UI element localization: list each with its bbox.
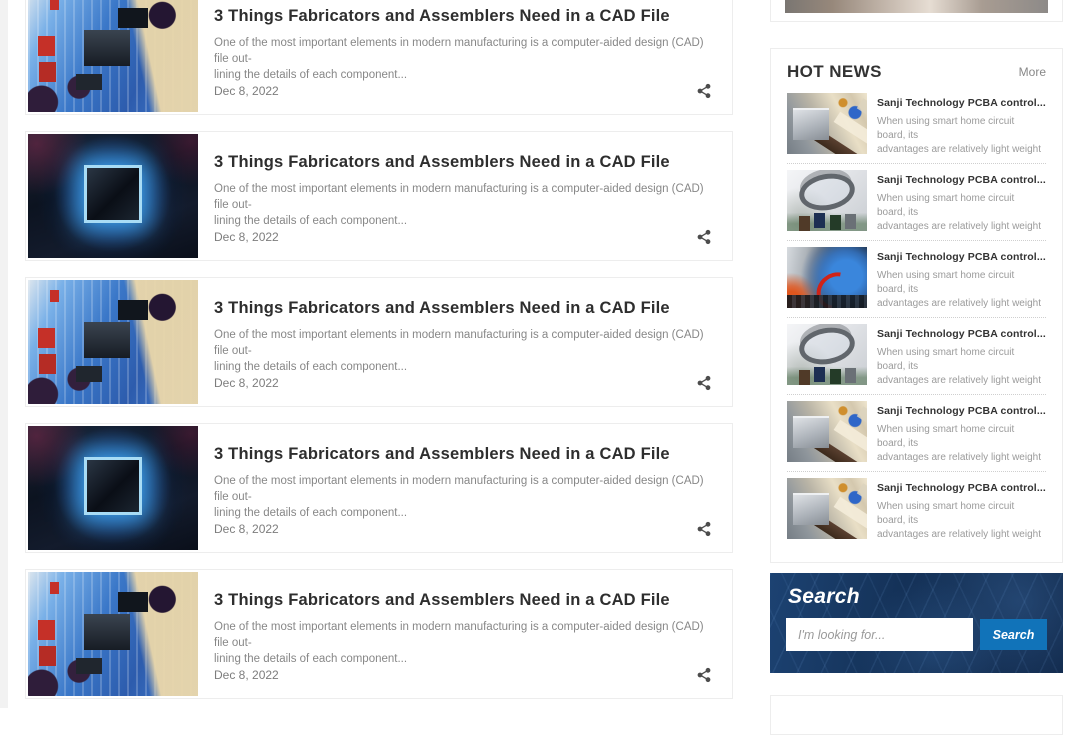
article-meta: Dec 8, 2022: [214, 667, 718, 689]
share-icon[interactable]: [696, 521, 712, 537]
article-body: 3 Things Fabricators and Assemblers Need…: [198, 426, 730, 550]
hot-news-thumbnail-image[interactable]: [787, 170, 867, 231]
hot-news-thumbnail-image[interactable]: [787, 93, 867, 154]
hot-news-thumbnail-image[interactable]: [787, 478, 867, 539]
search-button[interactable]: Search: [980, 619, 1047, 650]
article-list: 3 Things Fabricators and Assemblers Need…: [25, 0, 733, 715]
sidebar-top-widget-image: [785, 0, 1048, 13]
hot-news-item-title[interactable]: Sanji Technology PCBA control...: [877, 174, 1044, 186]
article-title[interactable]: 3 Things Fabricators and Assemblers Need…: [214, 591, 718, 610]
article-title[interactable]: 3 Things Fabricators and Assemblers Need…: [214, 153, 718, 172]
hot-news-title: HOT NEWS: [787, 62, 882, 82]
article-title[interactable]: 3 Things Fabricators and Assemblers Need…: [214, 7, 718, 26]
hot-news-item-title[interactable]: Sanji Technology PCBA control...: [877, 97, 1044, 109]
share-icon[interactable]: [696, 229, 712, 245]
hot-news-item[interactable]: Sanji Technology PCBA control... When us…: [787, 247, 1046, 311]
hot-news-thumbnail-image[interactable]: [787, 247, 867, 308]
hot-news-item[interactable]: Sanji Technology PCBA control... When us…: [787, 170, 1046, 234]
hot-news-more-link[interactable]: More: [1019, 65, 1046, 79]
article-card[interactable]: 3 Things Fabricators and Assemblers Need…: [25, 0, 733, 115]
article-thumbnail-image[interactable]: [28, 0, 198, 112]
search-input[interactable]: [786, 618, 973, 651]
hot-news-item[interactable]: Sanji Technology PCBA control... When us…: [787, 478, 1046, 542]
article-date: Dec 8, 2022: [214, 376, 279, 390]
page-left-margin: [0, 0, 8, 708]
dotted-divider: [787, 240, 1046, 241]
sidebar-next-widget-cutoff: [770, 695, 1063, 735]
dotted-divider: [787, 163, 1046, 164]
hot-news-widget: HOT NEWS More Sanji Technology PCBA cont…: [770, 48, 1063, 563]
hot-news-thumbnail-image[interactable]: [787, 324, 867, 385]
hot-news-item-description: When using smart home circuit board, its…: [877, 269, 1044, 311]
hot-news-item-description: When using smart home circuit board, its…: [877, 423, 1044, 465]
dotted-divider: [787, 317, 1046, 318]
article-excerpt: One of the most important elements in mo…: [214, 181, 718, 229]
hot-news-item-description: When using smart home circuit board, its…: [877, 192, 1044, 234]
article-card[interactable]: 3 Things Fabricators and Assemblers Need…: [25, 131, 733, 261]
article-meta: Dec 8, 2022: [214, 521, 718, 543]
article-date: Dec 8, 2022: [214, 522, 279, 536]
article-meta: Dec 8, 2022: [214, 229, 718, 251]
article-title[interactable]: 3 Things Fabricators and Assemblers Need…: [214, 299, 718, 318]
article-thumbnail-image[interactable]: [28, 134, 198, 258]
hot-news-item[interactable]: Sanji Technology PCBA control... When us…: [787, 401, 1046, 465]
search-widget-title: Search: [788, 585, 1047, 609]
article-meta: Dec 8, 2022: [214, 375, 718, 397]
article-body: 3 Things Fabricators and Assemblers Need…: [198, 280, 730, 404]
hot-news-item-description: When using smart home circuit board, its…: [877, 500, 1044, 542]
hot-news-item-body: Sanji Technology PCBA control... When us…: [877, 170, 1046, 234]
hot-news-item-body: Sanji Technology PCBA control... When us…: [877, 324, 1046, 388]
article-excerpt: One of the most important elements in mo…: [214, 619, 718, 667]
hot-news-item-title[interactable]: Sanji Technology PCBA control...: [877, 328, 1044, 340]
article-excerpt: One of the most important elements in mo…: [214, 473, 718, 521]
hot-news-item[interactable]: Sanji Technology PCBA control... When us…: [787, 324, 1046, 388]
share-icon[interactable]: [696, 83, 712, 99]
share-icon[interactable]: [696, 667, 712, 683]
article-body: 3 Things Fabricators and Assemblers Need…: [198, 572, 730, 696]
article-meta: Dec 8, 2022: [214, 83, 718, 105]
article-body: 3 Things Fabricators and Assemblers Need…: [198, 0, 730, 112]
hot-news-item-body: Sanji Technology PCBA control... When us…: [877, 401, 1046, 465]
hot-news-item[interactable]: Sanji Technology PCBA control... When us…: [787, 93, 1046, 157]
article-body: 3 Things Fabricators and Assemblers Need…: [198, 134, 730, 258]
hot-news-item-body: Sanji Technology PCBA control... When us…: [877, 93, 1046, 157]
hot-news-thumbnail-image[interactable]: [787, 401, 867, 462]
search-widget: Search Search: [770, 573, 1063, 673]
dotted-divider: [787, 394, 1046, 395]
hot-news-item-title[interactable]: Sanji Technology PCBA control...: [877, 251, 1044, 263]
article-card[interactable]: 3 Things Fabricators and Assemblers Need…: [25, 569, 733, 699]
article-card[interactable]: 3 Things Fabricators and Assemblers Need…: [25, 423, 733, 553]
hot-news-header: HOT NEWS More: [787, 62, 1046, 82]
hot-news-item-body: Sanji Technology PCBA control... When us…: [877, 478, 1046, 542]
article-date: Dec 8, 2022: [214, 230, 279, 244]
article-date: Dec 8, 2022: [214, 84, 279, 98]
article-thumbnail-image[interactable]: [28, 426, 198, 550]
hot-news-item-description: When using smart home circuit board, its…: [877, 346, 1044, 388]
article-excerpt: One of the most important elements in mo…: [214, 35, 718, 83]
hot-news-item-title[interactable]: Sanji Technology PCBA control...: [877, 405, 1044, 417]
article-date: Dec 8, 2022: [214, 668, 279, 682]
share-icon[interactable]: [696, 375, 712, 391]
dotted-divider: [787, 471, 1046, 472]
article-excerpt: One of the most important elements in mo…: [214, 327, 718, 375]
hot-news-item-description: When using smart home circuit board, its…: [877, 115, 1044, 157]
article-thumbnail-image[interactable]: [28, 572, 198, 696]
sidebar-top-widget-cutoff: [770, 0, 1063, 22]
article-card[interactable]: 3 Things Fabricators and Assemblers Need…: [25, 277, 733, 407]
search-row: Search: [786, 618, 1047, 651]
hot-news-item-title[interactable]: Sanji Technology PCBA control...: [877, 482, 1044, 494]
article-title[interactable]: 3 Things Fabricators and Assemblers Need…: [214, 445, 718, 464]
hot-news-item-body: Sanji Technology PCBA control... When us…: [877, 247, 1046, 311]
article-thumbnail-image[interactable]: [28, 280, 198, 404]
